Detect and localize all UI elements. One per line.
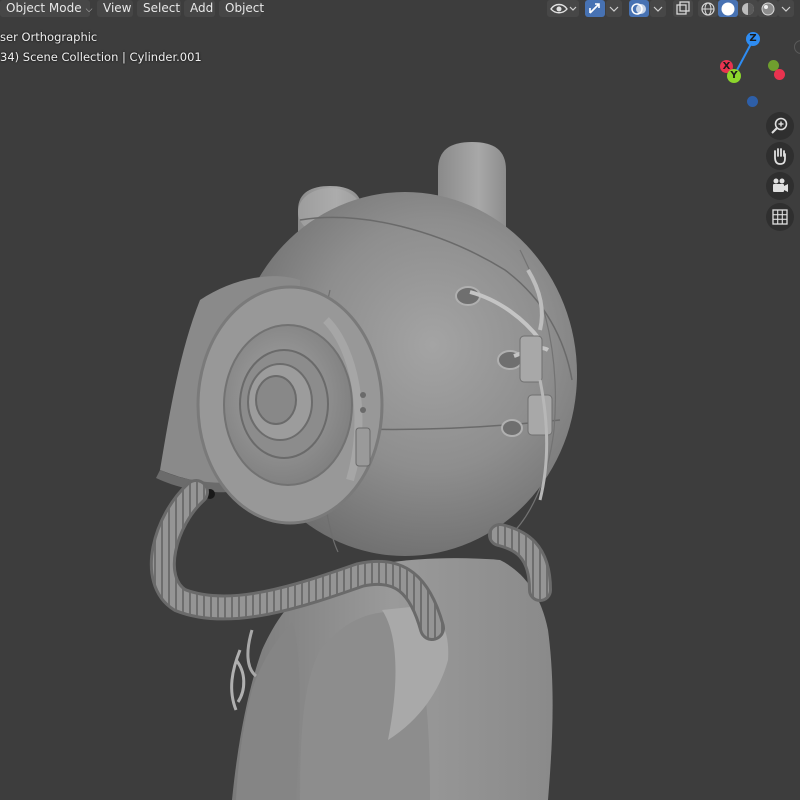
grid-icon	[772, 209, 788, 225]
shading-wireframe[interactable]	[698, 0, 718, 17]
mode-selector[interactable]: Object Mode ⌵	[0, 0, 93, 17]
chevron-down-icon: ⌵	[85, 5, 93, 15]
visibility-selector[interactable]	[547, 0, 579, 17]
chevron-down-icon	[653, 6, 663, 12]
neg-z-axis-dot[interactable]	[747, 96, 758, 107]
menu-object[interactable]: Object	[219, 0, 264, 17]
camera-view-button[interactable]	[766, 172, 794, 200]
3d-viewport[interactable]: Object Mode ⌵ View Select Add Object ser…	[0, 0, 800, 800]
shading-rendered[interactable]	[758, 0, 778, 17]
gizmo-dropdown[interactable]	[606, 0, 622, 17]
overlays-dropdown[interactable]	[650, 0, 666, 17]
xray-toggle[interactable]	[673, 0, 693, 17]
view-name: ser Orthographic	[0, 30, 98, 44]
pan-button[interactable]	[766, 142, 794, 170]
neg-x-axis-dot[interactable]	[774, 69, 785, 80]
transform-gizmo-icon	[589, 3, 600, 14]
zoom-icon	[771, 117, 788, 134]
mode-label: Object Mode	[6, 1, 82, 15]
wireframe-sphere-icon	[701, 2, 715, 16]
xray-icon	[676, 1, 690, 15]
eye-icon	[550, 3, 577, 14]
collection-info: 34) Scene Collection | Cylinder.001	[0, 50, 202, 64]
menu-select[interactable]: Select	[137, 0, 181, 17]
chevron-down-icon	[781, 6, 791, 12]
ortho-toggle-button[interactable]	[766, 203, 794, 231]
y-axis-label[interactable]: Y	[727, 69, 741, 83]
material-sphere-icon	[742, 3, 754, 15]
overlays-toggle[interactable]	[629, 0, 649, 17]
shading-solid[interactable]	[718, 0, 738, 17]
hand-icon	[774, 148, 786, 165]
shading-material[interactable]	[738, 0, 758, 17]
menu-add[interactable]: Add	[184, 0, 215, 17]
camera-icon	[773, 178, 788, 192]
shading-dropdown[interactable]	[778, 0, 794, 17]
menu-view[interactable]: View	[97, 0, 133, 17]
gizmo-toggle[interactable]	[585, 0, 605, 17]
viewport-header: Object Mode ⌵ View Select Add Object	[0, 0, 800, 18]
solid-sphere-icon	[721, 2, 735, 16]
rendered-sphere-icon	[761, 2, 775, 16]
navigation-gizmo[interactable]: Z X Y	[712, 28, 796, 112]
overlays-icon	[631, 3, 646, 15]
scene-render[interactable]	[0, 0, 800, 800]
z-axis-label[interactable]: Z	[746, 32, 760, 46]
zoom-button[interactable]	[766, 112, 794, 140]
chevron-down-icon	[609, 6, 619, 12]
